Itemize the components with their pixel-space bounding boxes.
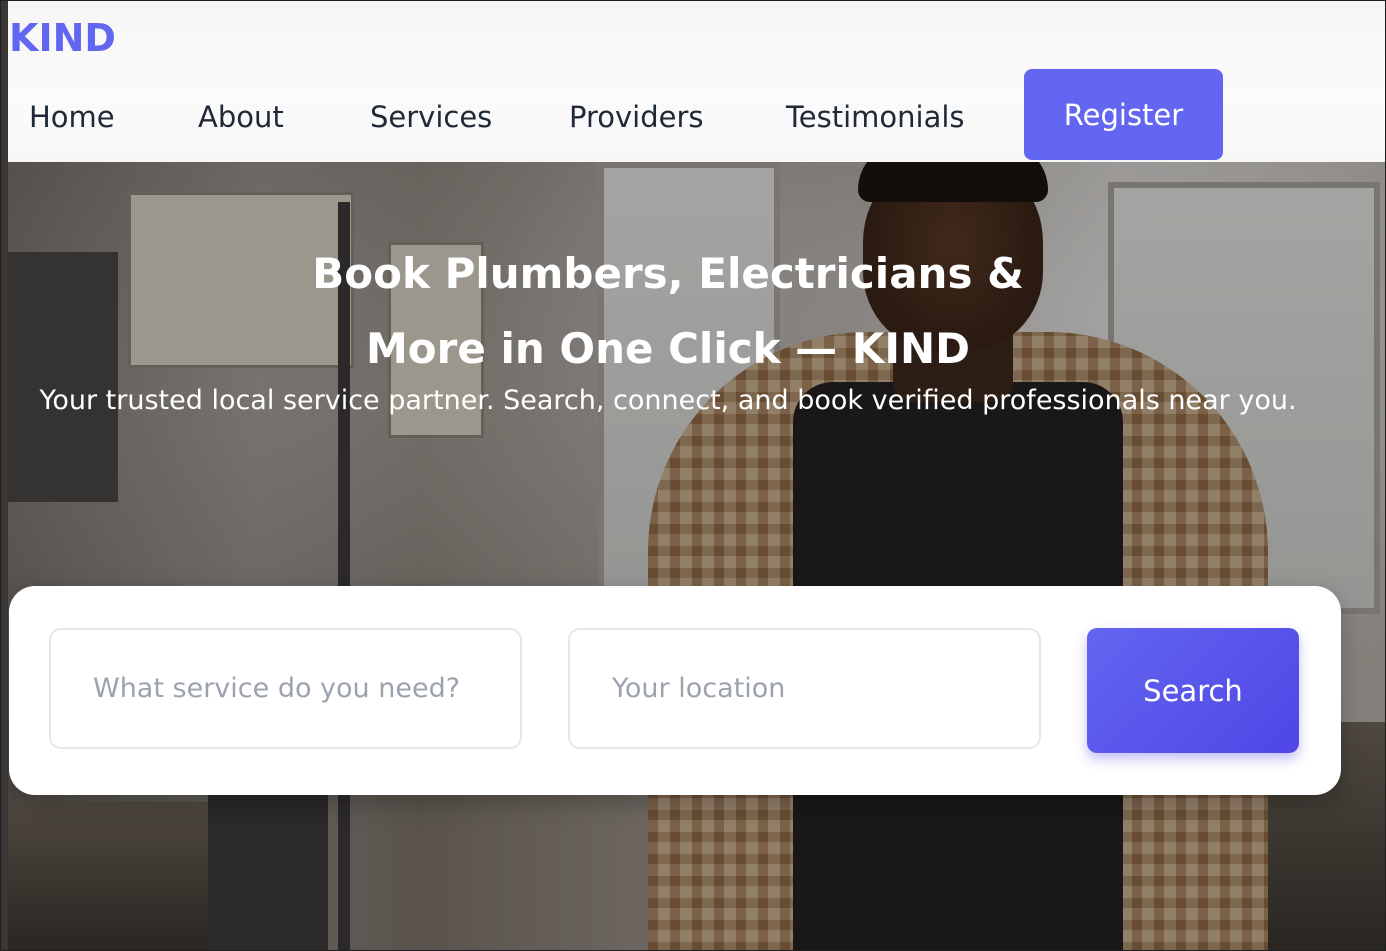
- nav-link-providers[interactable]: Providers: [569, 97, 704, 137]
- search-card: Search: [9, 586, 1341, 795]
- location-input[interactable]: [568, 628, 1041, 749]
- service-search-input[interactable]: [49, 628, 522, 749]
- nav-link-services[interactable]: Services: [370, 97, 492, 137]
- hero-title-line: More in One Click — KIND: [366, 324, 970, 373]
- hero-subtitle: Your trusted local service partner. Sear…: [39, 385, 1297, 416]
- register-button[interactable]: Register: [1024, 69, 1223, 160]
- site-header: KIND Home About Services Providers Testi…: [8, 1, 1385, 162]
- browser-viewport: KIND Home About Services Providers Testi…: [0, 0, 1386, 951]
- site-logo[interactable]: KIND: [9, 15, 116, 61]
- nav-link-about[interactable]: About: [198, 97, 284, 137]
- window-edge: [1, 1, 8, 950]
- hero-title-line: Book Plumbers, Electricians &: [312, 249, 1024, 298]
- hero-title: Book Plumbers, Electricians & More in On…: [1, 236, 1335, 386]
- nav-link-home[interactable]: Home: [29, 97, 115, 137]
- search-button[interactable]: Search: [1087, 628, 1299, 753]
- nav-link-testimonials[interactable]: Testimonials: [786, 97, 965, 137]
